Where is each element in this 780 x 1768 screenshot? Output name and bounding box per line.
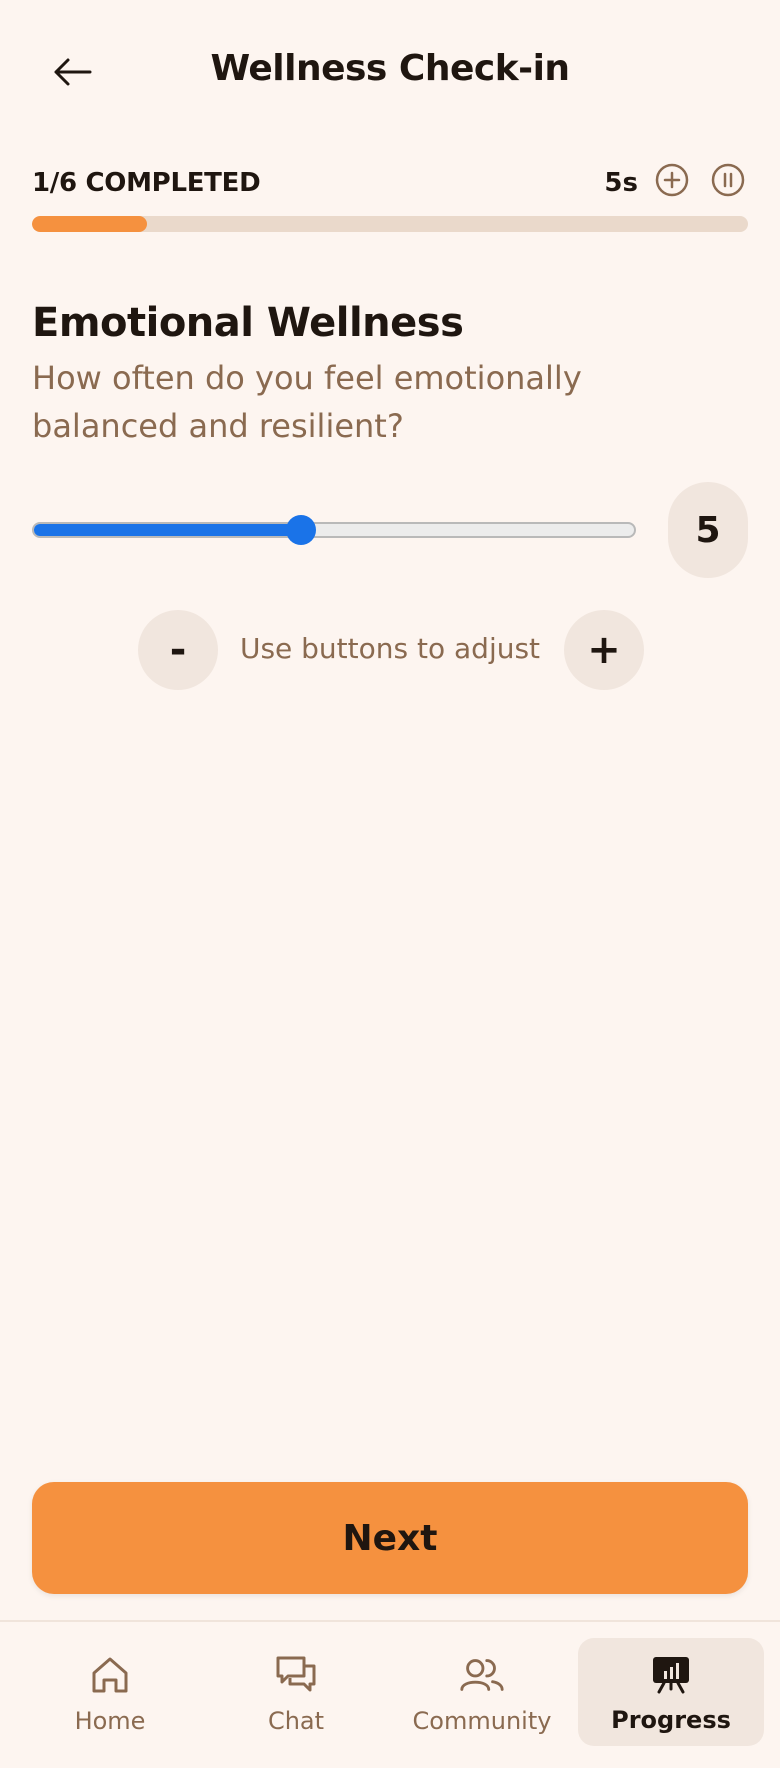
pause-circle-icon xyxy=(711,163,745,197)
nav-item-community[interactable]: Community xyxy=(392,1638,572,1748)
progress-row: 1/6 COMPLETED 5s xyxy=(32,162,748,202)
nav-item-progress[interactable]: Progress xyxy=(578,1638,764,1746)
add-time-button[interactable] xyxy=(654,162,690,198)
nav-label-chat: Chat xyxy=(267,1707,325,1735)
header: Wellness Check-in xyxy=(0,0,780,140)
page-title: Wellness Check-in xyxy=(210,48,570,89)
nav-label-community: Community xyxy=(412,1707,552,1735)
nav-label-home: Home xyxy=(74,1707,146,1735)
nav-item-chat[interactable]: Chat xyxy=(226,1638,366,1748)
question-text: How often do you feel emotionally balanc… xyxy=(32,359,582,445)
next-button[interactable]: Next xyxy=(32,1482,748,1594)
community-icon xyxy=(458,1651,506,1699)
increment-button[interactable]: + xyxy=(564,610,644,690)
progress-bar-fill xyxy=(32,216,147,232)
slider-thumb[interactable] xyxy=(285,515,316,545)
rating-slider[interactable] xyxy=(32,502,636,558)
progress-bar xyxy=(32,216,748,232)
pause-button[interactable] xyxy=(710,162,746,198)
nav-item-home[interactable]: Home xyxy=(40,1638,180,1748)
decrement-button[interactable]: - xyxy=(138,610,218,690)
bottom-nav: Home Chat Community Progress xyxy=(0,1620,780,1768)
question-title: Emotional Wellness xyxy=(32,300,464,346)
progress-label: 1/6 COMPLETED xyxy=(32,168,261,198)
nav-label-progress: Progress xyxy=(611,1706,731,1734)
wellness-checkin-screen: Wellness Check-in 1/6 COMPLETED 5s Emoti… xyxy=(0,0,780,1768)
timer: 5s xyxy=(604,168,638,198)
slider-value-badge: 5 xyxy=(668,482,748,578)
adjust-hint: Use buttons to adjust xyxy=(239,632,541,665)
slider-fill xyxy=(34,524,301,536)
progress-icon xyxy=(647,1650,695,1698)
plus-circle-icon xyxy=(655,163,689,197)
slider-track[interactable] xyxy=(32,522,636,538)
chat-icon xyxy=(272,1651,320,1699)
home-icon xyxy=(86,1651,134,1699)
